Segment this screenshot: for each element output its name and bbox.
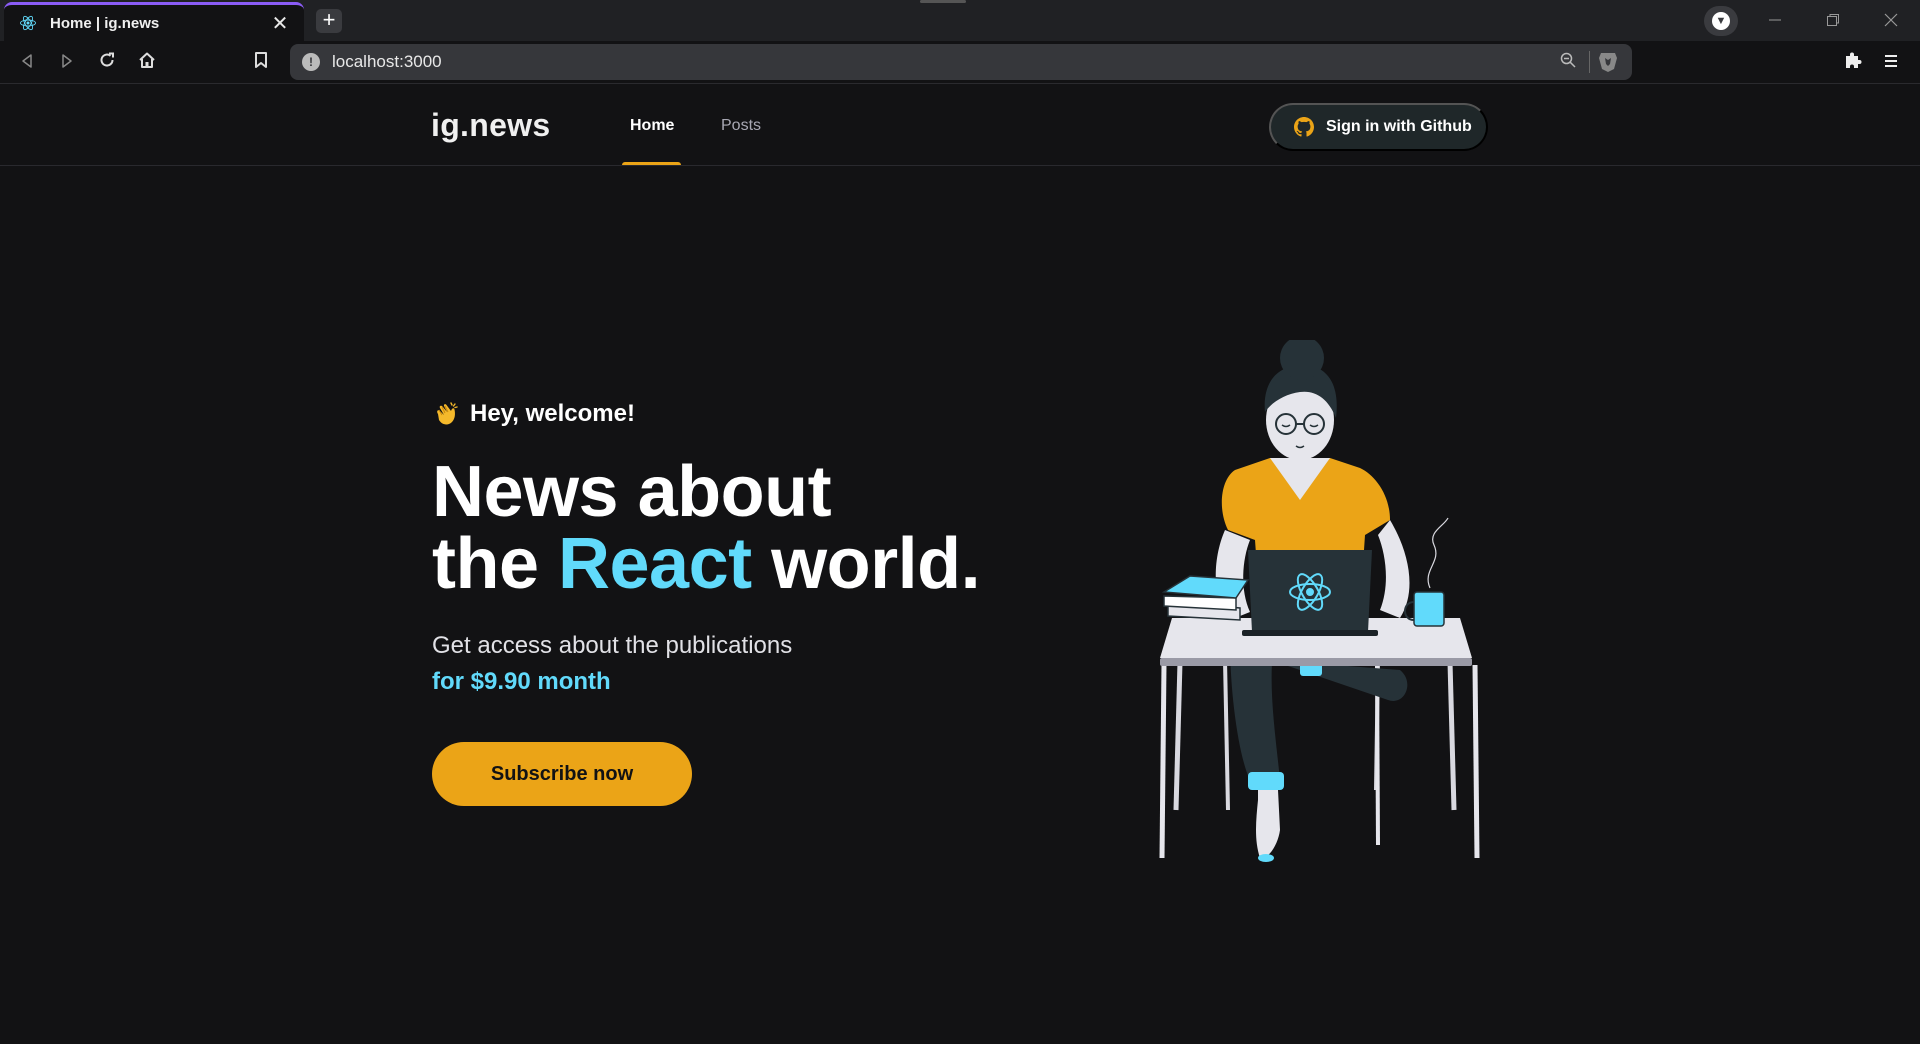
close-icon[interactable]: ✕ xyxy=(270,11,290,36)
address-bar[interactable]: ! localhost:3000 xyxy=(290,44,1632,80)
menu-button[interactable] xyxy=(1876,48,1906,78)
back-icon xyxy=(22,54,32,68)
chevron-down-icon: ▼ xyxy=(1712,12,1730,30)
headline-line1: News about xyxy=(432,452,832,532)
browser-tab[interactable]: Home | ig.news ✕ xyxy=(4,2,304,41)
nav-link-home[interactable]: Home xyxy=(630,117,674,135)
profile-menu-button[interactable]: ▼ xyxy=(1704,6,1738,36)
bookmark-icon xyxy=(255,52,267,68)
browser-tab-strip: Home | ig.news ✕ + ▼ xyxy=(0,0,1920,41)
restore-button[interactable] xyxy=(1810,6,1856,36)
reload-button[interactable] xyxy=(92,48,122,78)
restore-icon xyxy=(1827,14,1839,26)
forward-icon xyxy=(62,54,72,68)
zoom-out-icon[interactable] xyxy=(1553,52,1583,73)
home-icon xyxy=(139,52,155,68)
nav-active-indicator xyxy=(622,162,681,165)
github-icon xyxy=(1294,117,1314,137)
sign-in-label: Sign in with Github xyxy=(1326,118,1472,135)
welcome-line: Hey, welcome! xyxy=(432,400,992,428)
clapping-hands-icon xyxy=(432,400,460,428)
bookmark-button[interactable] xyxy=(246,48,276,78)
tab-title: Home | ig.news xyxy=(50,14,160,32)
back-button[interactable] xyxy=(12,48,42,78)
nav-link-posts[interactable]: Posts xyxy=(721,117,761,135)
info-icon[interactable]: ! xyxy=(302,53,320,71)
extensions-button[interactable] xyxy=(1838,48,1868,78)
hamburger-icon xyxy=(1885,55,1897,67)
subscribe-button[interactable]: Subscribe now xyxy=(432,742,692,806)
reload-icon xyxy=(100,52,114,67)
browser-toolbar: ! localhost:3000 xyxy=(0,41,1920,84)
close-window-icon xyxy=(1884,13,1898,27)
hero-headline: News about the React world. xyxy=(432,456,992,600)
hero-subtitle: Get access about the publications for $9… xyxy=(432,628,992,700)
site-logo[interactable]: ig.news xyxy=(431,107,550,144)
home-button[interactable] xyxy=(132,48,162,78)
brave-shield-icon[interactable] xyxy=(1596,50,1620,74)
url-text[interactable]: localhost:3000 xyxy=(332,52,1553,72)
price-text: for $9.90 month xyxy=(432,668,611,695)
minimize-button[interactable] xyxy=(1752,6,1798,36)
sign-in-github-button[interactable]: Sign in with Github xyxy=(1269,103,1488,151)
divider xyxy=(1589,51,1590,73)
woman-at-desk-illustration xyxy=(1150,336,1490,870)
welcome-text: Hey, welcome! xyxy=(470,400,635,427)
headline-highlight: React xyxy=(558,524,752,604)
forward-button[interactable] xyxy=(52,48,82,78)
new-tab-button[interactable]: + xyxy=(316,9,342,33)
minimize-icon xyxy=(1769,19,1781,21)
site-header: ig.news Home Posts Sign in with Github xyxy=(0,85,1920,166)
headline-line2-post: world. xyxy=(771,524,981,604)
puzzle-icon xyxy=(1846,52,1862,68)
hero-section: Hey, welcome! News about the React world… xyxy=(432,400,992,806)
headline-line2-pre: the xyxy=(432,524,539,604)
subtitle-text: Get access about the publications xyxy=(432,632,793,659)
drag-handle[interactable] xyxy=(920,0,966,3)
react-icon xyxy=(18,13,38,33)
close-window-button[interactable] xyxy=(1868,6,1914,36)
